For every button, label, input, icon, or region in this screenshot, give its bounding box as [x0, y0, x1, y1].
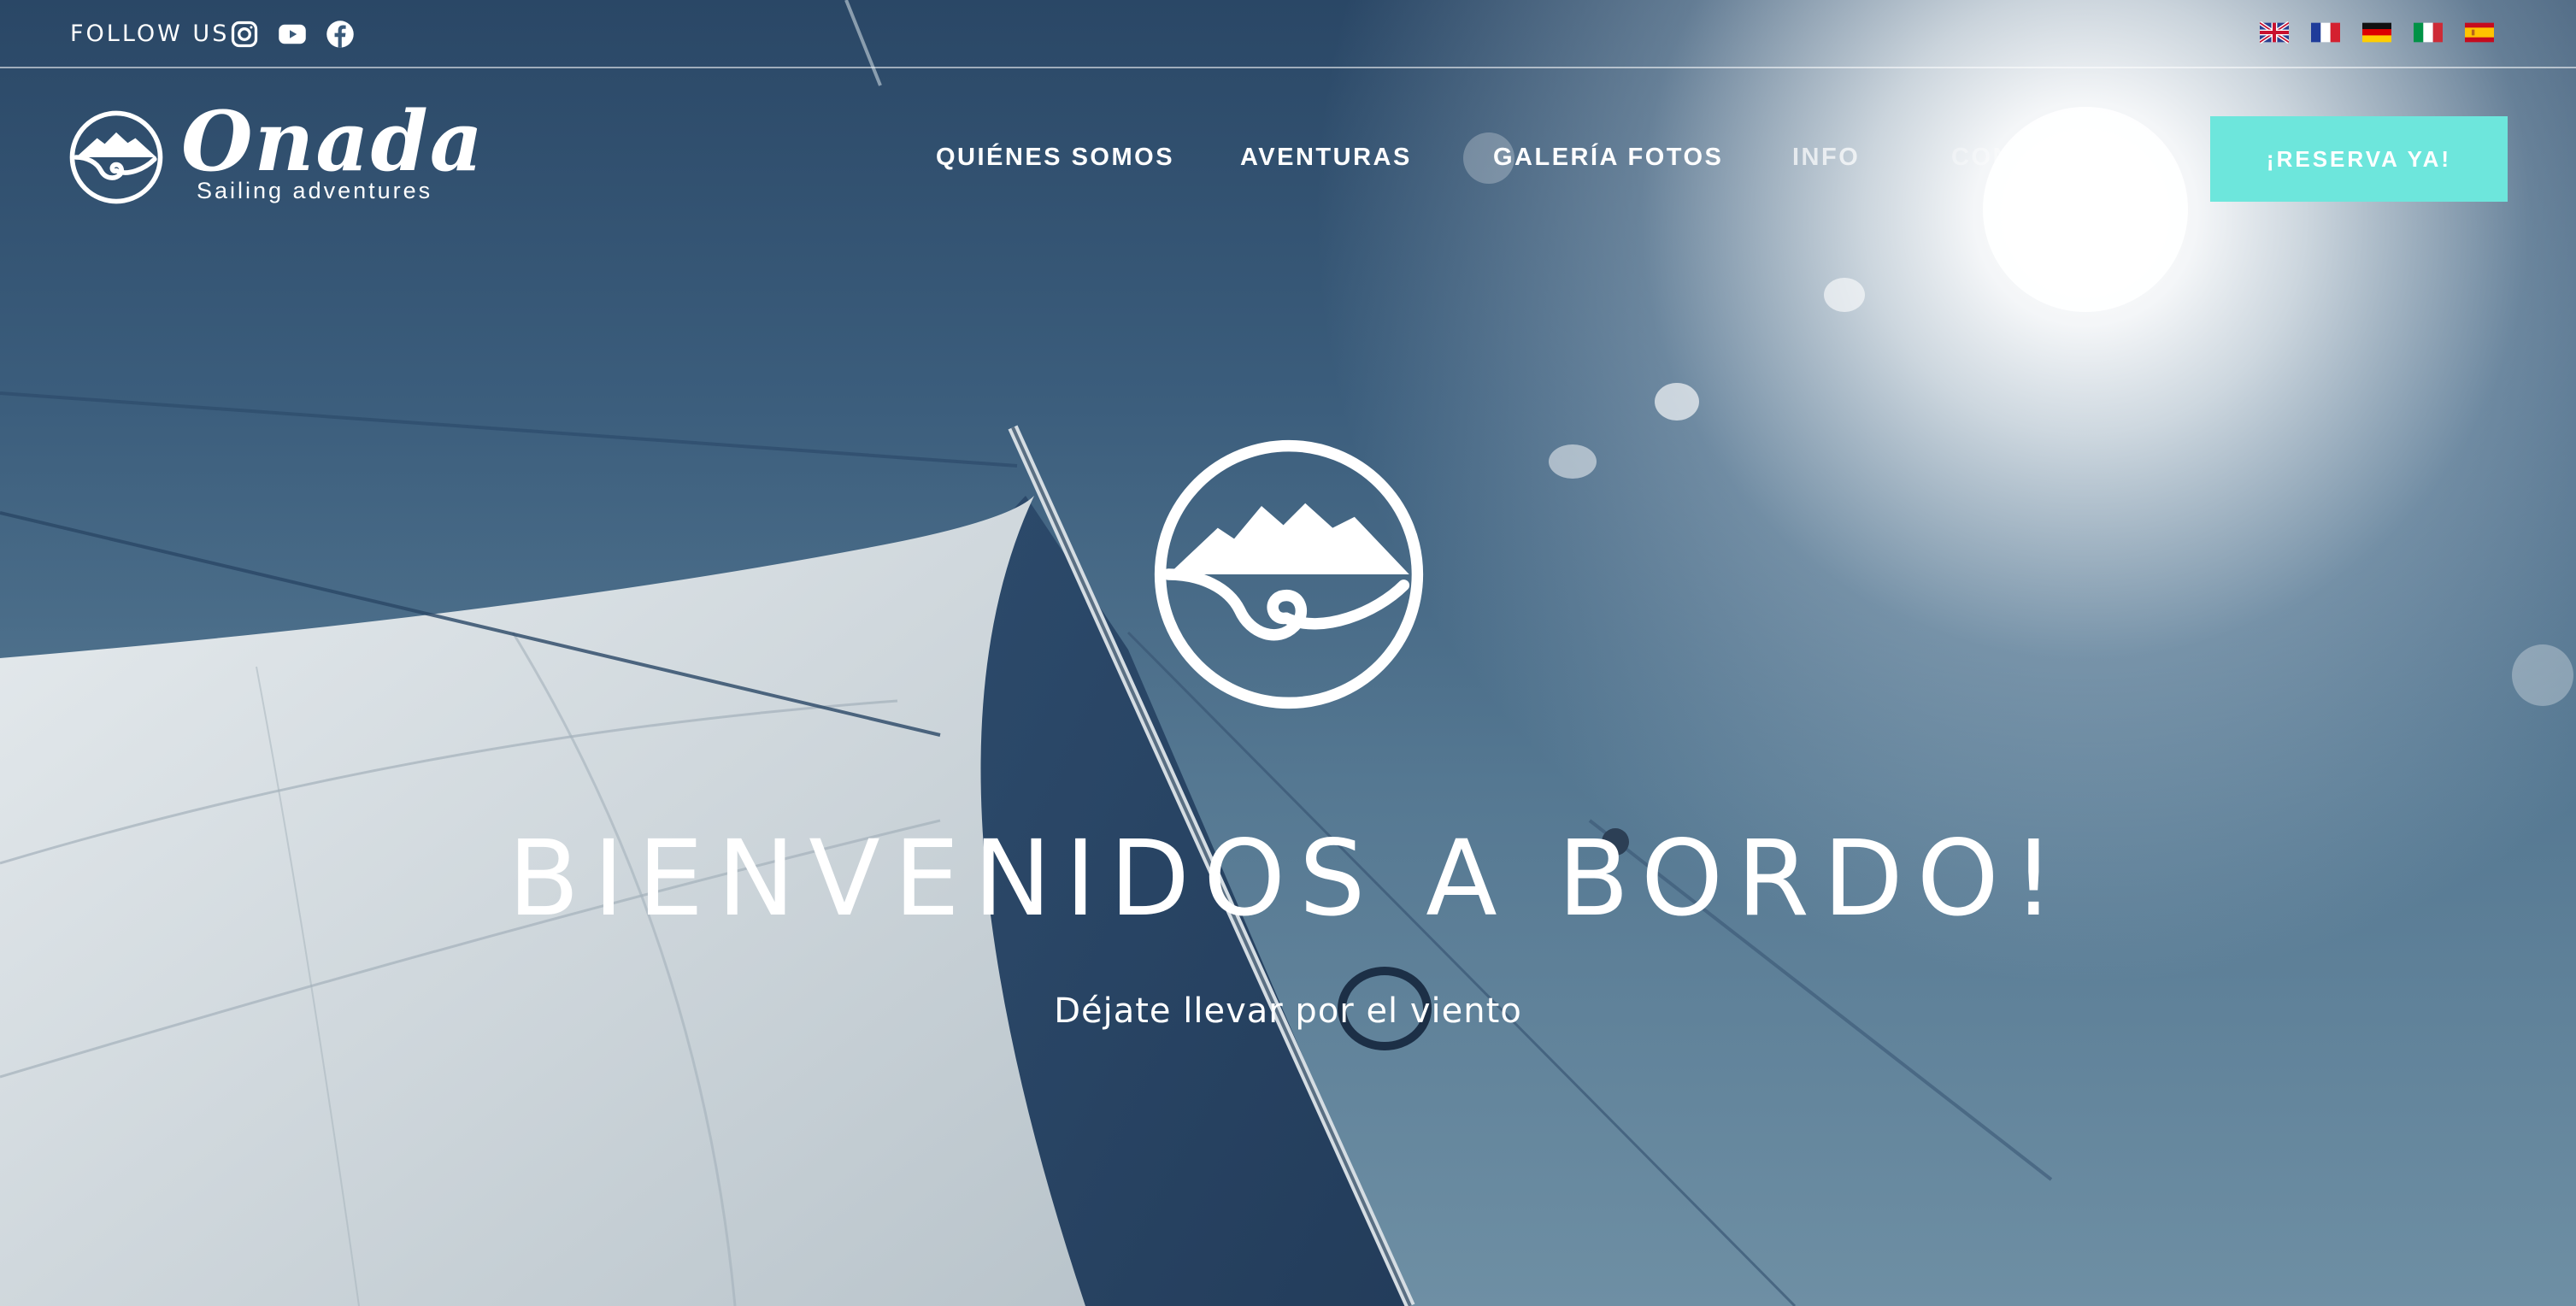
nav-quienes-somos[interactable]: QUIÉNES SOMOS	[936, 144, 1174, 172]
hero-title: BIENVENIDOS A BORDO!	[508, 818, 2068, 939]
wave-mountain-logo-icon	[69, 110, 163, 204]
reserve-button[interactable]: ¡RESERVA YA!	[2210, 116, 2508, 202]
nav-contactos[interactable]: CONTACTOS	[1951, 144, 2125, 172]
brand-logo[interactable]: Onada Sailing adventures	[68, 99, 483, 209]
facebook-icon[interactable]	[323, 17, 357, 51]
flag-spain-icon[interactable]	[2465, 21, 2494, 44]
nav-info[interactable]: INFO	[1792, 144, 1860, 172]
nav-aventuras[interactable]: AVENTURAS	[1240, 144, 1412, 172]
youtube-icon[interactable]	[275, 17, 309, 51]
brand-name: Onada	[181, 93, 485, 190]
nav-galeria-fotos[interactable]: GALERÍA FOTOS	[1493, 144, 1723, 172]
hero-subtitle: Déjate llevar por el viento	[1054, 991, 1522, 1031]
instagram-icon[interactable]	[227, 17, 262, 51]
flag-uk-icon[interactable]	[2260, 21, 2289, 44]
flag-italy-icon[interactable]	[2414, 21, 2443, 44]
flag-germany-icon[interactable]	[2362, 21, 2391, 44]
follow-us-label: FOLLOW US	[70, 21, 230, 47]
flag-france-icon[interactable]	[2311, 21, 2340, 44]
top-bar: FOLLOW US	[0, 0, 2576, 68]
brand-tagline: Sailing adventures	[197, 178, 433, 203]
hero-emblem-icon	[1154, 439, 1424, 709]
hero-page: FOLLOW US Onada Sailing adventures QUIÉN…	[0, 0, 2576, 1306]
